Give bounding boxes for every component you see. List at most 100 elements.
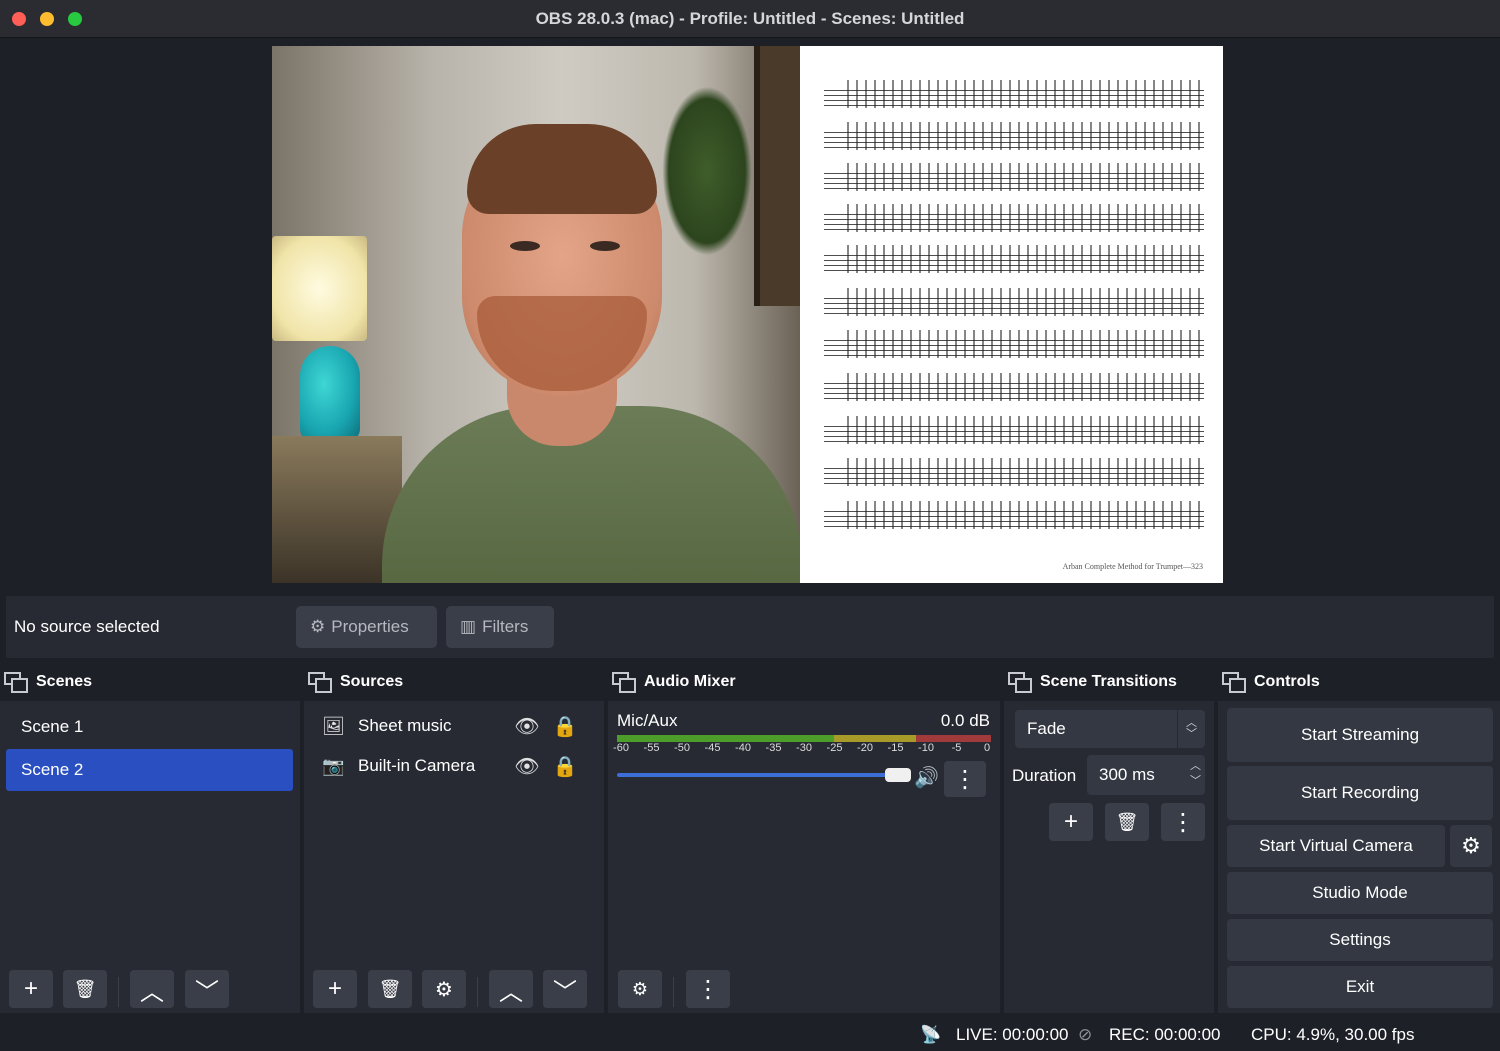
sources-dock-header[interactable]: Sources xyxy=(304,663,604,701)
scene-transitions-dock: Scene Transitions Fade ︿ ﹀ Duration 300 m… xyxy=(1004,663,1214,1013)
start-streaming-button[interactable]: Start Streaming xyxy=(1227,708,1493,762)
notes-row xyxy=(840,122,1200,150)
trash-icon: 🗑 xyxy=(1115,811,1139,832)
recording-off-icon: ⊘ xyxy=(1078,1025,1093,1044)
add-source-button[interactable]: + xyxy=(313,970,357,1008)
lamp-base xyxy=(300,346,360,441)
start-recording-button[interactable]: Start Recording xyxy=(1227,766,1493,820)
move-source-up-button[interactable]: ︿ xyxy=(489,970,533,1008)
transition-menu-button[interactable]: ⋮ xyxy=(1161,803,1205,841)
volume-slider-handle[interactable] xyxy=(885,768,911,782)
start-virtual-camera-button[interactable]: Start Virtual Camera xyxy=(1227,825,1445,867)
transition-select[interactable]: Fade ︿ ﹀ xyxy=(1015,710,1205,748)
audio-mixer-dock-header[interactable]: Audio Mixer xyxy=(608,663,1000,701)
remove-transition-button[interactable]: 🗑 xyxy=(1105,803,1149,841)
controls-title: Controls xyxy=(1254,673,1320,690)
undock-icon[interactable] xyxy=(308,672,332,693)
spin-arrows-icon[interactable]: ︿ ﹀ xyxy=(1190,759,1201,789)
person-eye-right xyxy=(590,241,620,251)
add-scene-button[interactable]: + xyxy=(9,970,53,1008)
undock-icon[interactable] xyxy=(1008,672,1032,693)
controls-dock: Controls Start Streaming Start Recording… xyxy=(1218,663,1500,1013)
controls-dock-header[interactable]: Controls xyxy=(1218,663,1500,701)
virtual-camera-settings-button[interactable]: ⚙ xyxy=(1450,825,1492,867)
move-scene-down-button[interactable]: ﹀ xyxy=(185,970,229,1008)
filters-button[interactable]: ▥ Filters xyxy=(446,606,554,648)
lamp-shade xyxy=(272,236,367,341)
sheet-music-source[interactable]: Arban Complete Method for Trumpet—323 xyxy=(800,46,1223,583)
meter-scale-label: -15 xyxy=(887,742,904,754)
meter-scale-label: -45 xyxy=(704,742,721,754)
source-properties-button[interactable]: ⚙ xyxy=(422,970,466,1008)
notes-row xyxy=(840,204,1200,232)
visibility-eye-icon[interactable]: 👁 xyxy=(508,754,546,779)
audio-mixer-dock: Audio Mixer Mic/Aux 0.0 dB -60 -55 -50 -45-… xyxy=(608,663,1000,1013)
scene-transitions-dock-header[interactable]: Scene Transitions xyxy=(1004,663,1214,701)
toolbar-separator xyxy=(118,977,119,1007)
scenes-title: Scenes xyxy=(36,673,93,690)
meter-scale-label: -30 xyxy=(796,742,812,754)
remove-scene-button[interactable]: 🗑 xyxy=(63,970,107,1008)
add-transition-button[interactable]: + xyxy=(1049,803,1093,841)
chevron-down-icon: ﹀ xyxy=(553,978,577,1006)
window-title: OBS 28.0.3 (mac) - Profile: Untitled - S… xyxy=(535,9,965,28)
move-scene-up-button[interactable]: ︿ xyxy=(130,970,174,1008)
audio-mixer-menu-button[interactable]: ⋮ xyxy=(686,970,730,1008)
meter-red-zone xyxy=(916,735,991,742)
notes-row xyxy=(840,501,1200,529)
speaker-icon[interactable]: 🔊 xyxy=(914,765,939,790)
meter-scale-label: -35 xyxy=(765,742,782,754)
settings-button[interactable]: Settings xyxy=(1227,919,1493,961)
properties-button[interactable]: ⚙ Properties xyxy=(296,606,437,648)
duration-spinbox[interactable]: 300 ms ︿ ﹀ xyxy=(1087,755,1205,795)
source-item[interactable]: 📷 Built-in Camera 👁 🔒 xyxy=(316,748,596,784)
meter-scale-label: -55 xyxy=(643,742,660,754)
scenes-dock-header[interactable]: Scenes xyxy=(0,663,300,701)
trash-icon: 🗑 xyxy=(73,978,97,999)
plus-icon: + xyxy=(327,975,342,1002)
scenes-dock: Scenes Scene 1 Scene 2 xyxy=(0,663,300,1013)
plus-icon: + xyxy=(23,975,38,1002)
notes-row xyxy=(840,80,1200,108)
advanced-audio-properties-button[interactable]: ⚙ xyxy=(618,970,662,1008)
lock-icon[interactable]: 🔒 xyxy=(546,754,584,779)
notes-row xyxy=(840,373,1200,401)
camera-feed[interactable] xyxy=(272,46,800,583)
meter-green-zone xyxy=(617,735,834,742)
undock-icon[interactable] xyxy=(4,672,28,693)
chevron-updown-icon: ︿ ﹀ xyxy=(1177,710,1205,748)
source-toolbar: No source selected ⚙ Properties ▥ Filter… xyxy=(6,596,1494,658)
chevron-up-icon: ︿ xyxy=(499,978,523,1006)
chevron-down-icon: ﹀ xyxy=(195,978,219,1006)
move-source-down-button[interactable]: ﹀ xyxy=(543,970,587,1008)
sources-title: Sources xyxy=(340,673,404,690)
preview-canvas[interactable]: Arban Complete Method for Trumpet—323 xyxy=(272,46,1223,583)
kebab-menu-icon: ⋮ xyxy=(953,765,977,793)
preview-area: Arban Complete Method for Trumpet—323 xyxy=(0,39,1500,593)
filter-icon: ▥ xyxy=(460,617,477,636)
lock-icon[interactable]: 🔒 xyxy=(546,714,584,739)
scene-item-selected[interactable]: Scene 2 xyxy=(6,749,293,791)
undock-icon[interactable] xyxy=(612,672,636,693)
studio-mode-button[interactable]: Studio Mode xyxy=(1227,872,1493,914)
scene-item[interactable]: Scene 1 xyxy=(6,706,293,748)
scene-label: Scene 2 xyxy=(21,760,84,779)
remove-source-button[interactable]: 🗑 xyxy=(368,970,412,1008)
source-status: No source selected xyxy=(14,617,160,636)
source-item[interactable]: 🖼 Sheet music 👁 🔒 xyxy=(316,708,596,744)
source-label: Sheet music xyxy=(358,716,452,735)
undock-icon[interactable] xyxy=(1222,672,1246,693)
camera-icon: 📷 xyxy=(322,755,345,776)
scene-label: Scene 1 xyxy=(21,717,84,736)
cpu-stats: CPU: 4.9%, 30.00 fps xyxy=(1251,1025,1415,1044)
volume-slider-track[interactable] xyxy=(617,773,907,777)
exit-button[interactable]: Exit xyxy=(1227,966,1493,1008)
toolbar-separator xyxy=(477,977,478,1007)
duration-label: Duration xyxy=(1012,766,1077,785)
volume-meter xyxy=(617,735,991,742)
mixer-channel-menu-button[interactable]: ⋮ xyxy=(944,761,986,797)
plant xyxy=(662,86,752,256)
rec-timer: REC: 00:00:00 xyxy=(1109,1025,1221,1044)
visibility-eye-icon[interactable]: 👁 xyxy=(508,714,546,739)
channel-level: 0.0 dB xyxy=(940,711,990,730)
